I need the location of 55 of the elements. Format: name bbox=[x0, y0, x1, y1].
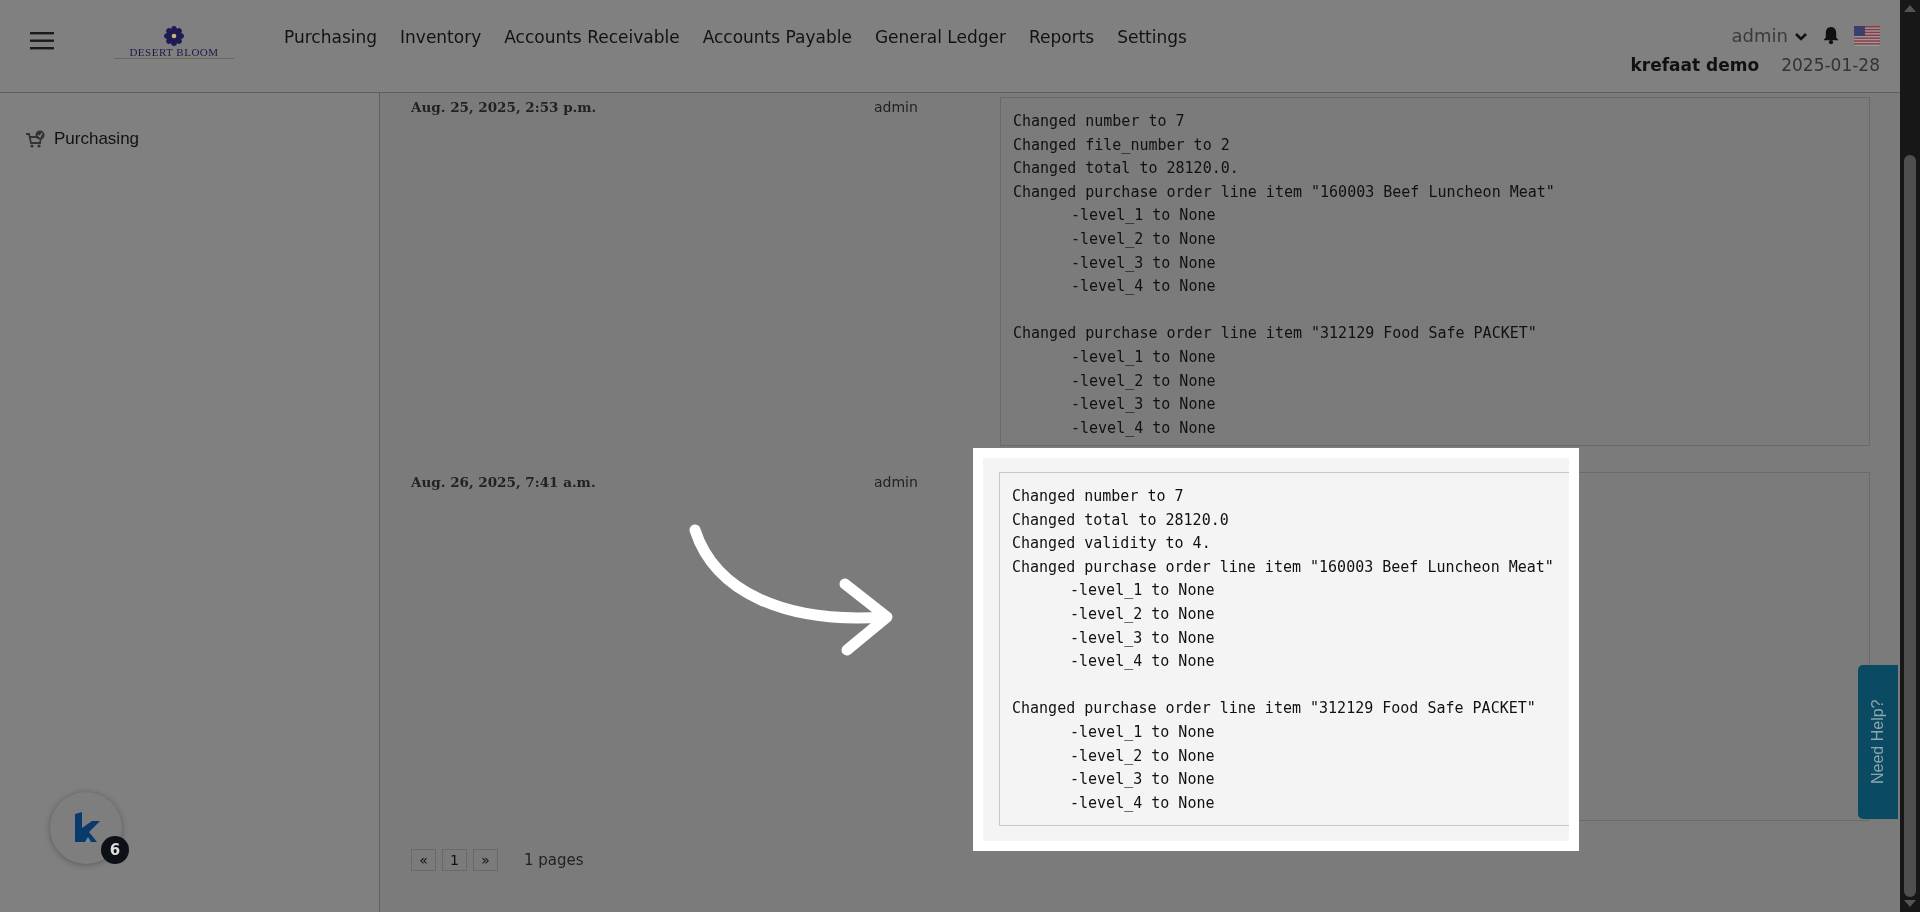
entry-date: Aug. 26, 2025, 7:41 a.m. bbox=[411, 474, 597, 492]
log-line: Changed purchase order line item "160003 Beef Luncheon Meat" bbox=[1013, 181, 1555, 203]
entry-date: Aug. 25, 2025, 2:53 p.m. bbox=[411, 99, 598, 117]
nav-link[interactable]: Accounts Receivable bbox=[504, 25, 680, 49]
entry-user: admin bbox=[874, 99, 918, 117]
log-line: -level_4 to None bbox=[1071, 417, 1216, 439]
scrollbar[interactable] bbox=[1900, 0, 1920, 912]
log-line: Changed file_number to 2 bbox=[1013, 134, 1230, 156]
log-line: -level_3 to None bbox=[1070, 627, 1215, 649]
menu-icon bbox=[30, 32, 54, 50]
current-date: 2025-01-28 bbox=[1781, 55, 1880, 75]
entry-user: admin bbox=[874, 474, 918, 492]
sidebar-item[interactable]: Purchasing bbox=[0, 129, 379, 149]
help-tab[interactable]: Need Help? bbox=[1858, 665, 1898, 819]
log-line: -level_1 to None bbox=[1070, 721, 1215, 743]
log-line: -level_4 to None bbox=[1070, 651, 1215, 673]
menu-button[interactable] bbox=[30, 32, 54, 50]
log-line: -level_1 to None bbox=[1071, 205, 1216, 227]
log-line: Changed purchase order line item "160003 Beef Luncheon Meat" bbox=[1012, 556, 1554, 578]
nav-link[interactable]: Reports bbox=[1028, 25, 1095, 49]
nav-link[interactable]: General Ledger bbox=[874, 25, 1006, 49]
log-line: -level_2 to None bbox=[1071, 228, 1216, 250]
user-menu[interactable]: admin bbox=[1731, 25, 1808, 46]
log-line: -level_2 to None bbox=[1070, 603, 1215, 625]
log-line: -level_3 to None bbox=[1071, 252, 1216, 274]
next-page-button[interactable]: » bbox=[473, 849, 498, 871]
logo[interactable]: DESERT BLOOM bbox=[114, 26, 234, 59]
log-line: -level_3 to None bbox=[1070, 769, 1215, 791]
log-line: Changed total to 28120.0 bbox=[1012, 509, 1229, 531]
log-line: -level_1 to None bbox=[1070, 580, 1215, 602]
log-line: -level_1 to None bbox=[1071, 346, 1216, 368]
log-line: Changed purchase order line item "312129 Food Safe PACKET" bbox=[1013, 323, 1537, 345]
cart-icon bbox=[25, 129, 45, 149]
log-line: Changed validity to 4. bbox=[1012, 533, 1211, 555]
log-line: Changed purchase order line item "312129 Food Safe PACKET" bbox=[1012, 698, 1536, 720]
nav-link[interactable]: Purchasing bbox=[284, 25, 378, 49]
page-count: 1 pages bbox=[524, 851, 584, 869]
log-line: -level_4 to None bbox=[1071, 276, 1216, 298]
log-line: -level_4 to None bbox=[1070, 792, 1215, 814]
nav-link[interactable]: Inventory bbox=[400, 25, 482, 49]
flag-icon[interactable] bbox=[1854, 25, 1880, 46]
log-line: Changed number to 7 bbox=[1012, 486, 1184, 507]
previous-page-button[interactable]: « bbox=[411, 849, 436, 871]
log-line: -level_2 to None bbox=[1071, 370, 1216, 392]
log-line: Changed number to 7 bbox=[1013, 111, 1185, 132]
company-name: krefaat demo bbox=[1630, 55, 1760, 75]
nav-link[interactable]: Settings bbox=[1117, 25, 1187, 49]
log-line: -level_2 to None bbox=[1070, 745, 1215, 767]
bell-icon[interactable] bbox=[1822, 26, 1840, 45]
page-button[interactable]: 1 bbox=[442, 849, 467, 871]
flower-icon bbox=[163, 26, 185, 46]
log-line: -level_3 to None bbox=[1071, 394, 1216, 416]
log-line: Changed total to 28120.0. bbox=[1013, 158, 1239, 180]
nav-link[interactable]: Accounts Payable bbox=[702, 25, 852, 49]
brand-name: DESERT BLOOM bbox=[129, 46, 219, 58]
